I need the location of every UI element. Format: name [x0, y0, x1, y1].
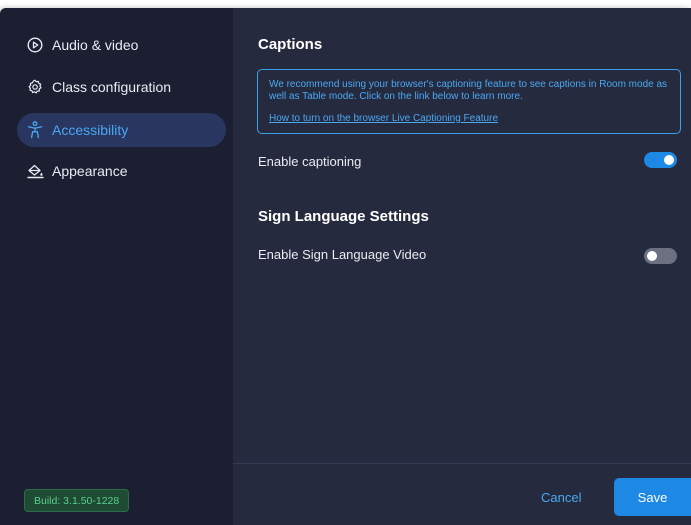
sidebar-item-accessibility[interactable]: Accessibility [17, 113, 226, 147]
sidebar-item-class-configuration[interactable]: Class configuration [17, 70, 226, 104]
captions-section-title: Captions [258, 36, 323, 53]
accessibility-person-icon [26, 121, 44, 139]
gear-icon [26, 78, 44, 96]
sidebar-item-label: Audio & video [52, 37, 139, 53]
enable-captioning-toggle[interactable] [644, 152, 677, 168]
enable-sign-language-toggle[interactable] [644, 248, 677, 264]
sidebar-item-audio-video[interactable]: Audio & video [17, 28, 226, 62]
play-circle-icon [26, 36, 44, 54]
enable-captioning-label: Enable captioning [258, 154, 362, 169]
captions-info-text: We recommend using your browser's captio… [269, 79, 668, 102]
sign-language-section-title: Sign Language Settings [258, 208, 429, 225]
footer-divider [233, 463, 691, 464]
cancel-button[interactable]: Cancel [529, 480, 593, 514]
settings-content: Captions We recommend using your browser… [233, 8, 691, 525]
sidebar-item-label: Accessibility [52, 122, 129, 138]
sidebar-item-label: Class configuration [52, 79, 172, 95]
sidebar-item-appearance[interactable]: Appearance [17, 154, 226, 188]
live-captioning-help-link[interactable]: How to turn on the browser Live Captioni… [269, 113, 669, 125]
settings-sidebar: Audio & video Class configuration Access… [0, 8, 233, 525]
settings-dialog: Audio & video Class configuration Access… [0, 8, 691, 525]
captions-info-box: We recommend using your browser's captio… [257, 69, 681, 134]
sidebar-item-label: Appearance [52, 163, 128, 179]
save-button[interactable]: Save [614, 478, 691, 516]
paint-bucket-icon [26, 162, 44, 180]
toggle-knob [664, 155, 674, 165]
enable-sign-language-label: Enable Sign Language Video [258, 247, 427, 262]
build-version-badge: Build: 3.1.50-1228 [24, 489, 130, 512]
toggle-knob [647, 251, 657, 261]
